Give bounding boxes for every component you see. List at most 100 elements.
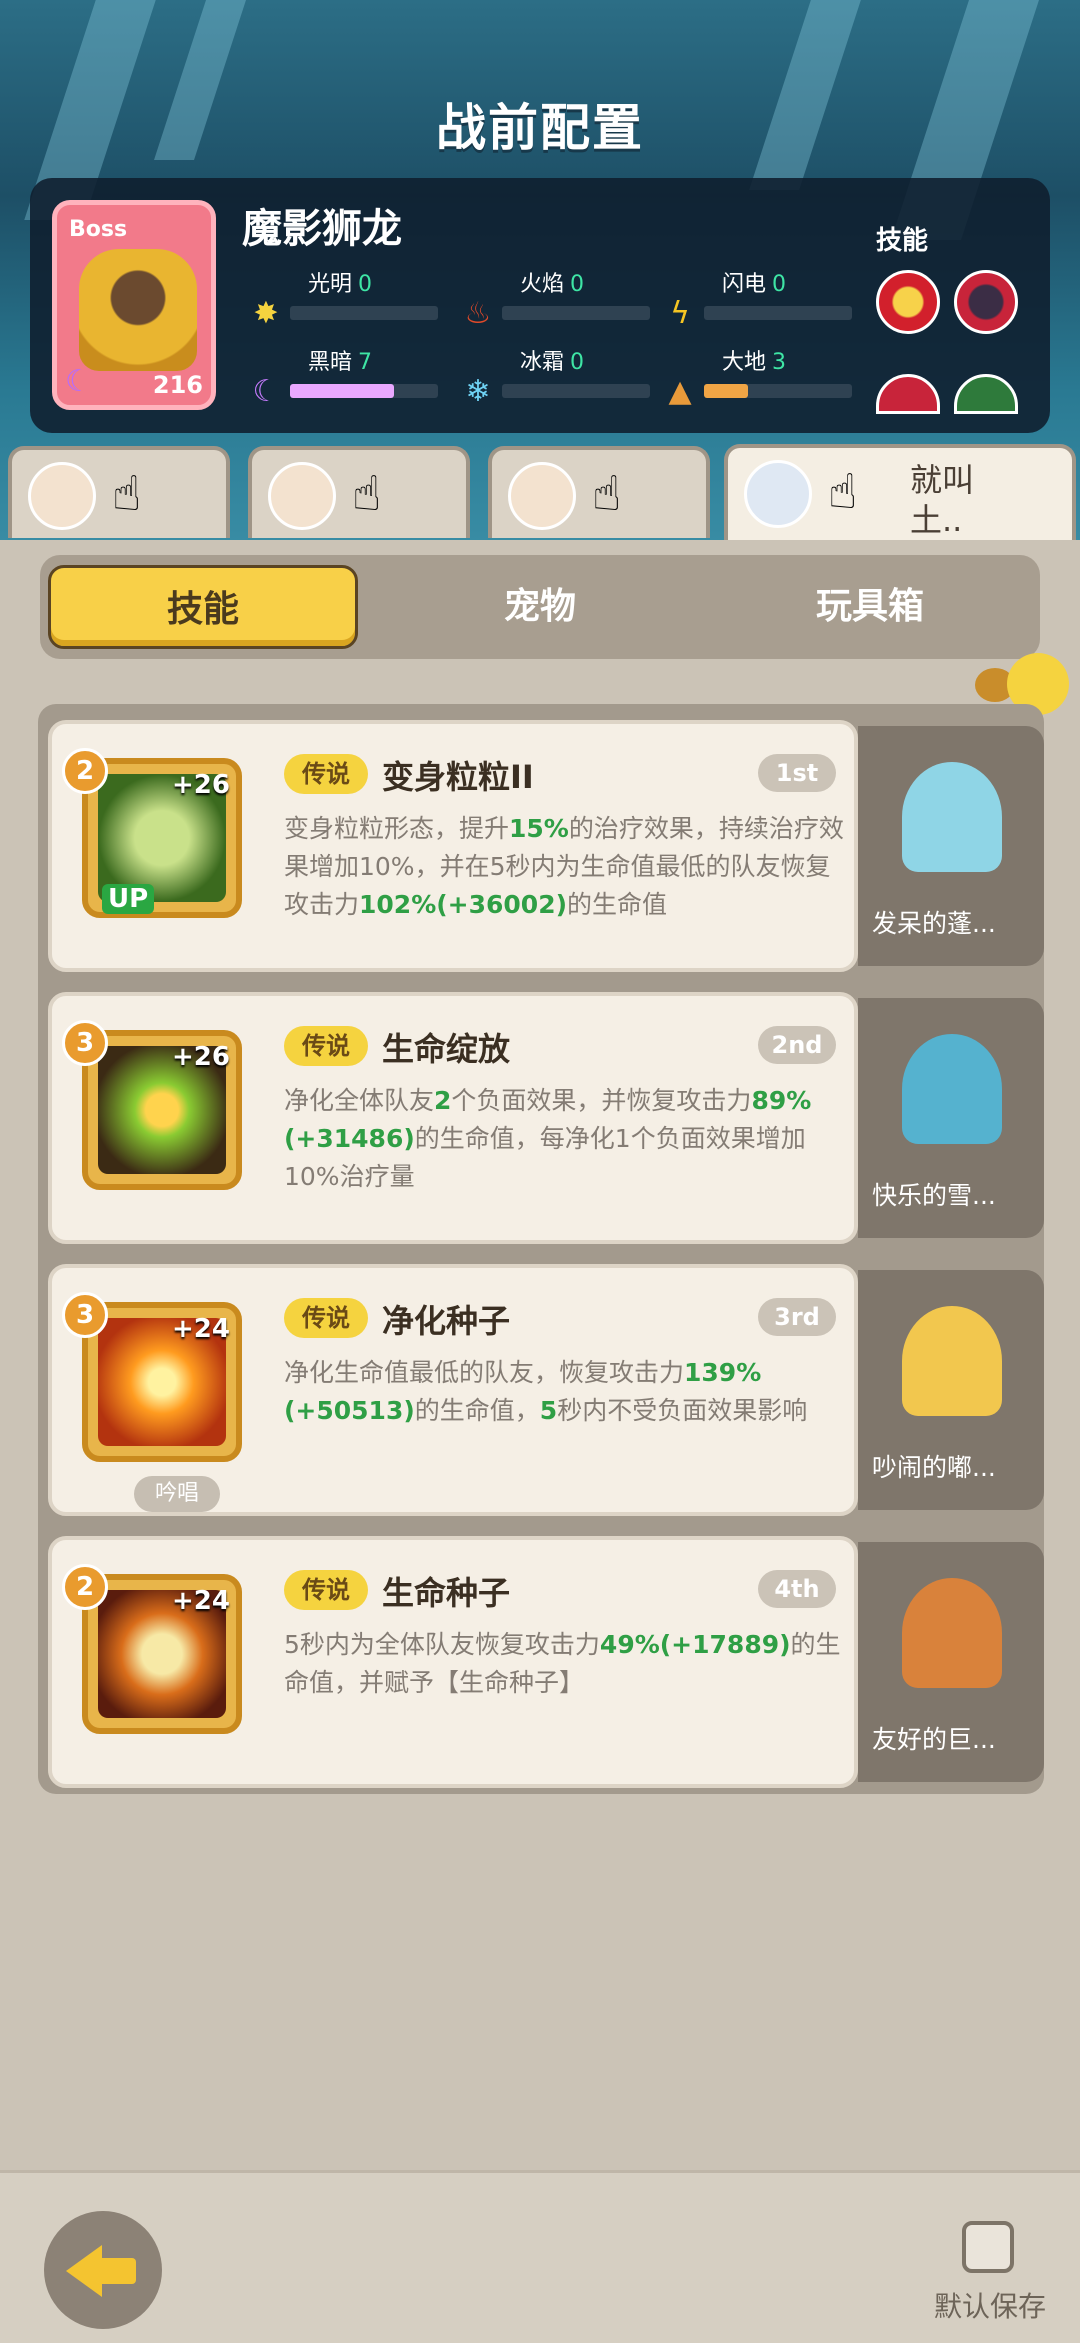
pet-slot[interactable]: 发呆的蓬... [858,726,1044,966]
attribute-label: 冰霜 [520,350,565,375]
hero-tab-active[interactable]: ☝ 就叫土.. [724,444,1076,544]
skill-plus: +26 [172,770,230,800]
skill-card[interactable]: 2 +26 UP 传说 变身粒粒II 1st 变身粒粒形态，提升15%的治疗效果… [48,720,858,972]
attribute-bar-fill [290,384,394,398]
attribute-fire: 火焰 0 ♨ [460,266,660,331]
attribute-light: 光明 0 ✸ [248,266,448,331]
skill-description: 净化生命值最低的队友，恢复攻击力139%(+50513)的生命值，5秒内不受负面… [284,1354,844,1430]
bottom-bar: 默认保存 [0,2170,1080,2343]
highlight-value: 49%(+17889) [599,1630,791,1659]
attribute-bar [290,306,438,320]
skill-name: 生命绽放 [382,1030,511,1068]
skill-card[interactable]: 3 +24 吟唱 传说 净化种子 3rd 净化生命值最低的队友，恢复攻击力139… [48,1264,858,1516]
attribute-bar [290,384,438,398]
pet-figure [902,762,1002,872]
pet-name: 吵闹的嘟... [872,1453,996,1482]
highlight-value: 5 [539,1396,558,1425]
skill-name: 生命种子 [382,1574,511,1612]
attribute-value: 0 [570,272,585,297]
hand-icon: ☝ [592,466,622,522]
attribute-lightning: 闪电 0 ϟ [662,266,862,331]
attribute-label: 闪电 [722,272,767,297]
skill-order: 1st [758,754,836,792]
skill-description: 5秒内为全体队友恢复攻击力49%(+17889)的生命值，并赋予【生命种子】 [284,1626,844,1702]
pet-figure [902,1578,1002,1688]
attribute-value: 0 [358,272,373,297]
description-text: 秒内不受负面效果影响 [557,1396,808,1425]
boss-skill-icon[interactable] [876,374,940,414]
skill-order: 2nd [758,1026,836,1064]
hero-tab[interactable]: ☝ [248,446,470,538]
highlight-value: 2 [434,1086,452,1115]
skill-order: 4th [758,1570,836,1608]
attribute-label: 黑暗 [308,350,353,375]
attribute-frost: 冰霜 0 ❄ [460,344,660,409]
default-save-label: 默认保存 [934,2290,1047,2323]
attribute-value: 7 [358,350,373,375]
attribute-dark: 黑暗 7 ☾ [248,344,448,409]
description-text: 个负面效果，并恢复攻击力 [451,1086,752,1115]
snowflake-icon: ❄ [465,374,491,409]
skill-description: 变身粒粒形态，提升15%的治疗效果，持续治疗效果增加10%，并在5秒内为生命值最… [284,810,844,924]
back-arrow-tail [96,2258,136,2284]
moon-icon: ☾ [252,374,280,409]
skill-row: 2 +24 传说 生命种子 4th 5秒内为全体队友恢复攻击力49%(+1788… [48,1528,1044,1788]
hero-avatar [508,462,576,530]
earth-icon: ▲ [668,374,692,409]
skill-description: 净化全体队友2个负面效果，并恢复攻击力89%(+31486)的生命值，每净化1个… [284,1082,844,1196]
pet-name: 快乐的雪... [872,1181,996,1210]
pet-name: 友好的巨... [872,1725,996,1754]
skill-name: 净化种子 [382,1302,511,1340]
attribute-value: 0 [570,350,585,375]
boss-skill-icon[interactable] [954,374,1018,414]
rarity-badge: 传说 [284,1026,368,1066]
hero-avatar [28,462,96,530]
tab-toybox[interactable]: 玩具箱 [715,565,1025,649]
pet-slot[interactable]: 友好的巨... [858,1542,1044,1782]
skill-row: 3 +26 传说 生命绽放 2nd 净化全体队友2个负面效果，并恢复攻击力89%… [48,984,1044,1244]
default-save-checkbox[interactable] [962,2221,1014,2273]
attribute-earth: 大地 3 ▲ [662,344,862,409]
skill-level-badge: 2 [62,1564,108,1610]
boss-tag: Boss [69,217,128,242]
pet-figure [902,1034,1002,1144]
skill-card[interactable]: 2 +24 传说 生命种子 4th 5秒内为全体队友恢复攻击力49%(+1788… [48,1536,858,1788]
pet-figure [902,1306,1002,1416]
description-text: 变身粒粒形态，提升 [284,814,510,843]
tab-skills[interactable]: 技能 [48,565,358,649]
skill-card[interactable]: 3 +26 传说 生命绽放 2nd 净化全体队友2个负面效果，并恢复攻击力89%… [48,992,858,1244]
hero-avatar [268,462,336,530]
description-text: 的生命值 [567,890,668,919]
skill-plus: +24 [172,1586,230,1616]
skill-list: 2 +26 UP 传说 变身粒粒II 1st 变身粒粒形态，提升15%的治疗效果… [38,704,1044,1794]
pet-name: 发呆的蓬... [872,909,996,938]
pet-slot[interactable]: 吵闹的嘟... [858,1270,1044,1510]
skill-plus: +26 [172,1042,230,1072]
boss-card[interactable]: Boss ☾ 216 [52,200,216,410]
back-button[interactable] [44,2211,162,2329]
boss-name: 魔影狮龙 [242,206,402,252]
attribute-label: 火焰 [520,272,565,297]
hero-tab[interactable]: ☝ [488,446,710,538]
category-tabs: 技能 宠物 玩具箱 [40,555,1040,659]
highlight-value: 15% [509,814,569,843]
boss-skills-label: 技能 [876,226,929,256]
skill-level-badge: 2 [62,748,108,794]
pet-slot[interactable]: 快乐的雪... [858,998,1044,1238]
attribute-bar [704,306,852,320]
hero-tab[interactable]: ☝ [8,446,230,538]
skill-row: 3 +24 吟唱 传说 净化种子 3rd 净化生命值最低的队友，恢复攻击力139… [48,1256,1044,1516]
description-text: 的生命值， [414,1396,540,1425]
boss-info-panel: Boss ☾ 216 魔影狮龙 光明 0 ✸ 火焰 0 ♨ 闪电 0 ϟ 黑暗 7 ☾ … [30,178,1050,433]
upgrade-badge: UP [102,884,155,914]
page-title: 战前配置 [436,99,644,157]
tab-pets[interactable]: 宠物 [385,565,695,649]
hero-avatar [744,460,812,528]
hand-icon: ☝ [112,466,142,522]
boss-skill-icon[interactable] [876,270,940,334]
skill-level-badge: 3 [62,1020,108,1066]
attribute-label: 大地 [722,350,767,375]
skill-name: 变身粒粒II [382,758,534,796]
rarity-badge: 传说 [284,754,368,794]
boss-skill-icon[interactable] [954,270,1018,334]
